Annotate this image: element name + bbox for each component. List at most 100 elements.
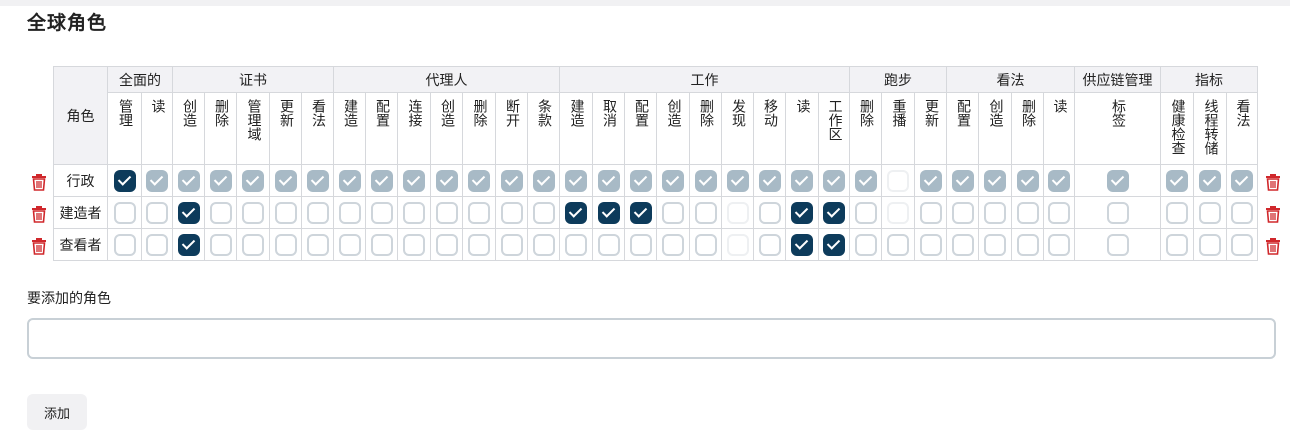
permission-checkbox[interactable] <box>1106 233 1129 256</box>
permission-cell <box>785 164 819 197</box>
top-bar <box>0 0 1290 6</box>
permission-cell <box>172 196 205 229</box>
permission-checkbox[interactable] <box>629 201 652 224</box>
permission-checkbox[interactable] <box>338 201 361 224</box>
permission-checkbox[interactable] <box>887 169 909 192</box>
permission-checkbox[interactable] <box>468 201 490 224</box>
delete-role-icon[interactable] <box>31 205 47 223</box>
permission-cell <box>559 196 593 229</box>
permission-checkbox[interactable] <box>500 233 523 256</box>
permission-checkbox[interactable] <box>435 233 458 256</box>
permission-checkbox[interactable] <box>791 201 813 224</box>
permission-checkbox[interactable] <box>1231 201 1253 224</box>
permission-checkbox[interactable] <box>1231 233 1253 256</box>
permission-cell <box>301 164 334 197</box>
permission-label: 看法 <box>1234 99 1251 127</box>
add-role-input[interactable] <box>27 318 1276 359</box>
permission-checkbox[interactable] <box>146 233 168 256</box>
permission-checkbox[interactable] <box>951 201 974 224</box>
permission-checkbox[interactable] <box>726 201 749 224</box>
permission-checkbox[interactable] <box>1016 233 1039 256</box>
permission-cell <box>236 228 270 261</box>
page-title: 全球角色 <box>27 12 108 34</box>
permission-checkbox[interactable] <box>565 201 587 224</box>
permission-checkbox[interactable] <box>532 201 555 224</box>
permission-checkbox[interactable] <box>984 233 1006 256</box>
delete-role-icon-right[interactable] <box>1265 237 1281 255</box>
permission-checkbox[interactable] <box>597 233 620 256</box>
permission-cell <box>204 164 237 197</box>
permission-checkbox[interactable] <box>1199 201 1221 224</box>
permission-checkbox[interactable] <box>1106 201 1129 224</box>
permission-checkbox[interactable] <box>726 233 749 256</box>
delete-role-icon[interactable] <box>31 237 47 255</box>
delete-role-icon[interactable] <box>31 173 47 191</box>
permission-checkbox[interactable] <box>854 233 877 256</box>
permission-header: 更新 <box>269 92 302 165</box>
permission-cell <box>1011 164 1044 197</box>
permission-checkbox[interactable] <box>242 201 264 224</box>
permission-checkbox[interactable] <box>984 201 1006 224</box>
permission-checkbox[interactable] <box>306 201 329 224</box>
permission-checkbox[interactable] <box>177 233 200 256</box>
permission-cell <box>592 196 625 229</box>
permission-checkbox[interactable] <box>694 233 717 256</box>
permission-checkbox[interactable] <box>887 233 909 256</box>
permission-checkbox[interactable] <box>629 233 652 256</box>
permission-cell <box>1074 164 1161 197</box>
permission-checkbox[interactable] <box>177 201 200 224</box>
permission-checkbox[interactable] <box>242 233 264 256</box>
permission-cell <box>333 164 366 197</box>
permission-cell <box>462 196 496 229</box>
permission-checkbox[interactable] <box>597 201 620 224</box>
permission-checkbox[interactable] <box>370 201 393 224</box>
permission-checkbox <box>1199 169 1221 192</box>
permission-checkbox[interactable] <box>951 233 974 256</box>
permission-group-header: 供应链管理 <box>1074 66 1161 93</box>
permission-checkbox[interactable] <box>532 233 555 256</box>
permission-checkbox[interactable] <box>1166 233 1188 256</box>
permission-checkbox[interactable] <box>113 169 136 192</box>
permission-checkbox[interactable] <box>209 201 232 224</box>
permission-checkbox <box>919 169 942 192</box>
permission-checkbox[interactable] <box>338 233 361 256</box>
permission-checkbox[interactable] <box>662 201 684 224</box>
permission-checkbox[interactable] <box>403 233 425 256</box>
permission-checkbox[interactable] <box>823 233 845 256</box>
permission-cell <box>689 196 722 229</box>
permission-checkbox[interactable] <box>887 201 909 224</box>
permission-checkbox[interactable] <box>113 233 136 256</box>
permission-checkbox[interactable] <box>468 233 490 256</box>
permission-header: 读 <box>785 92 819 165</box>
permission-checkbox[interactable] <box>565 233 587 256</box>
permission-checkbox[interactable] <box>1016 201 1039 224</box>
permission-checkbox[interactable] <box>854 201 877 224</box>
delete-role-icon-right[interactable] <box>1265 205 1281 223</box>
permission-cell <box>397 164 431 197</box>
permission-checkbox[interactable] <box>1166 201 1188 224</box>
permission-checkbox[interactable] <box>694 201 717 224</box>
permission-checkbox[interactable] <box>919 201 942 224</box>
permission-checkbox[interactable] <box>306 233 329 256</box>
permission-checkbox[interactable] <box>1199 233 1221 256</box>
permission-checkbox[interactable] <box>758 201 781 224</box>
permission-cell <box>818 196 850 229</box>
permission-checkbox[interactable] <box>500 201 523 224</box>
permission-checkbox[interactable] <box>113 201 136 224</box>
permission-checkbox[interactable] <box>209 233 232 256</box>
permission-checkbox[interactable] <box>823 201 845 224</box>
permission-cell <box>914 164 947 197</box>
permission-checkbox[interactable] <box>274 201 297 224</box>
permission-checkbox[interactable] <box>662 233 684 256</box>
permission-checkbox[interactable] <box>370 233 393 256</box>
permission-checkbox[interactable] <box>1048 201 1070 224</box>
permission-checkbox[interactable] <box>1048 233 1070 256</box>
permission-checkbox[interactable] <box>791 233 813 256</box>
delete-role-icon-right[interactable] <box>1265 173 1281 191</box>
permission-checkbox[interactable] <box>758 233 781 256</box>
permission-checkbox[interactable] <box>146 201 168 224</box>
permission-checkbox[interactable] <box>403 201 425 224</box>
permission-checkbox[interactable] <box>919 233 942 256</box>
permission-checkbox[interactable] <box>274 233 297 256</box>
permission-checkbox[interactable] <box>435 201 458 224</box>
